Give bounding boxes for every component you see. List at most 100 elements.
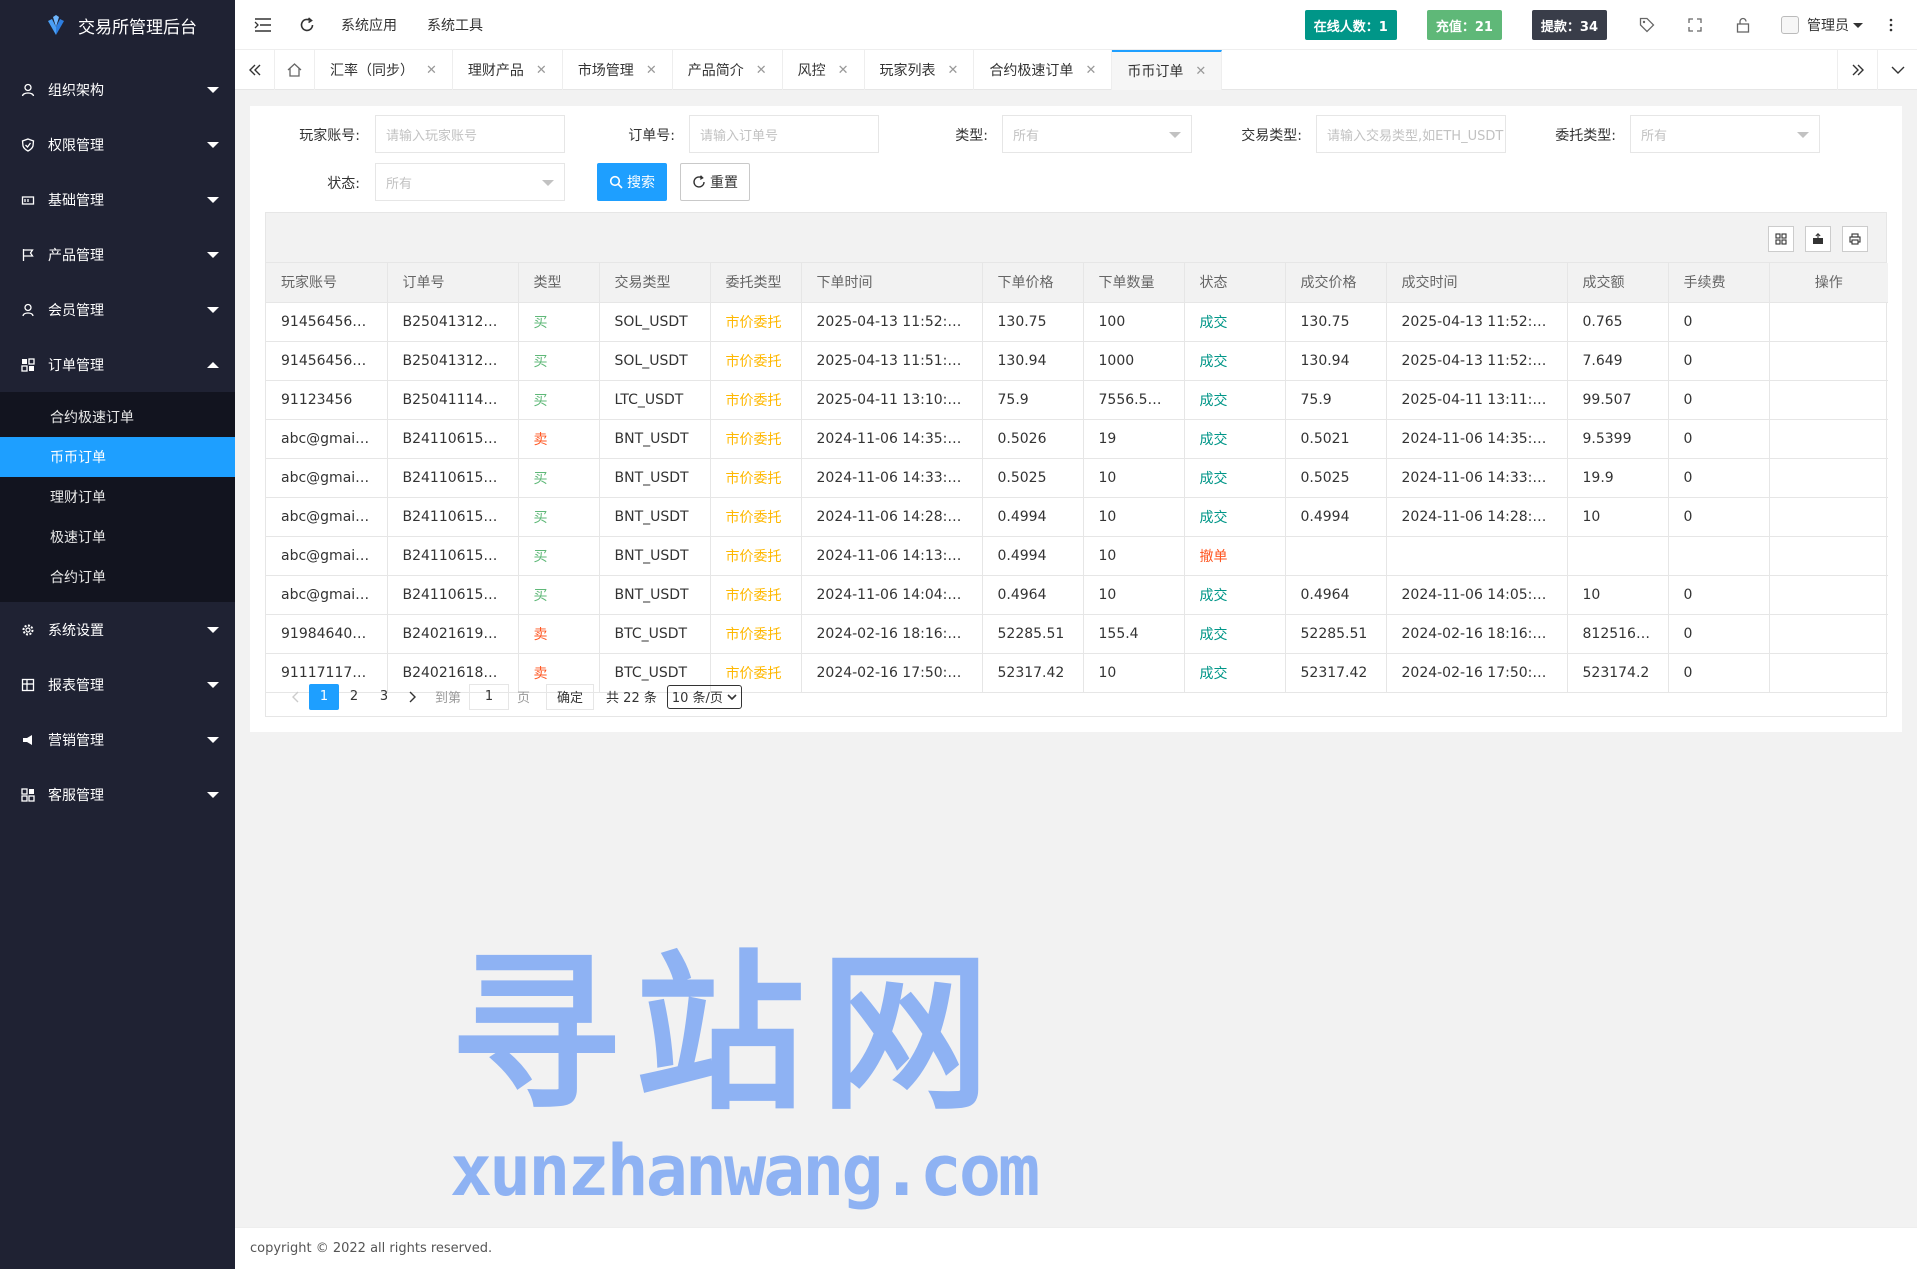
export-icon[interactable]	[1805, 226, 1831, 252]
order-number-input[interactable]: 请输入订单号	[689, 115, 879, 153]
user-menu[interactable]: 管理员	[1781, 15, 1863, 35]
tab-finance-product[interactable]: 理财产品 ✕	[453, 50, 563, 90]
column-header[interactable]: 手续费	[1668, 263, 1770, 303]
sidebar-item-settings[interactable]: 系统设置	[0, 602, 235, 657]
status-select[interactable]: 所有	[375, 163, 565, 201]
page-button[interactable]: 2	[339, 684, 369, 710]
column-header[interactable]: 委托类型	[710, 263, 802, 303]
withdraw-badge[interactable]: 提款：34	[1531, 10, 1607, 40]
column-header[interactable]: 操作	[1769, 263, 1888, 303]
close-icon[interactable]: ✕	[1085, 63, 1096, 78]
sidebar-item-org[interactable]: 组织架构	[0, 62, 235, 117]
tab-coin-order[interactable]: 币币订单 ✕	[1112, 50, 1223, 90]
page-button[interactable]: 3	[369, 684, 399, 710]
total-count: 共 22 条	[606, 691, 657, 706]
lock-icon[interactable]	[1733, 15, 1753, 35]
page-button[interactable]: 1	[309, 683, 339, 710]
column-header[interactable]: 玩家账号	[266, 263, 388, 303]
close-icon[interactable]: ✕	[756, 63, 767, 78]
column-header[interactable]: 成交价格	[1285, 263, 1387, 303]
table-row[interactable]: abc@gmail.... B241106151... 买 BNT_USDT 市价委托 2…	[266, 536, 1888, 576]
sidebar-item-member[interactable]: 会员管理	[0, 282, 235, 337]
column-header[interactable]: 成交额	[1567, 263, 1669, 303]
table-row[interactable]: 919846405... B240216191... 卖 BTC_USDT 市价委托 20…	[266, 614, 1888, 654]
submenu-item-finance-order[interactable]: 理财订单	[0, 477, 235, 517]
per-page-select[interactable]: 10 条/页	[666, 684, 742, 709]
table-cell: 919846405...	[266, 614, 388, 654]
header-link-system-apps[interactable]: 系统应用	[341, 15, 397, 35]
close-icon[interactable]: ✕	[646, 63, 657, 78]
columns-filter-icon[interactable]	[1768, 226, 1794, 252]
fullscreen-icon[interactable]	[1685, 15, 1705, 35]
online-count-badge[interactable]: 在线人数：1	[1304, 10, 1397, 40]
sidebar-item-report[interactable]: 报表管理	[0, 657, 235, 712]
close-icon[interactable]: ✕	[536, 63, 547, 78]
sidebar-item-service[interactable]: 客服管理	[0, 767, 235, 822]
print-icon[interactable]	[1842, 226, 1868, 252]
submenu-item-contract-order[interactable]: 合约订单	[0, 557, 235, 597]
tab-scroll-right-icon[interactable]	[1837, 50, 1877, 90]
search-button[interactable]: 搜索	[597, 163, 667, 201]
table-row[interactable]: abc@gmail.... B241106150... 买 BNT_USDT 市价委托 2…	[266, 575, 1888, 615]
tab-contract-fast-order[interactable]: 合约极速订单 ✕	[974, 50, 1113, 90]
goto-page-input[interactable]: 1	[469, 683, 510, 710]
home-icon[interactable]	[275, 50, 315, 90]
column-header[interactable]: 状态	[1184, 263, 1286, 303]
submenu-item-coin-order[interactable]: 币币订单	[0, 437, 235, 477]
sidebar-item-basic[interactable]: 基础管理	[0, 172, 235, 227]
column-header[interactable]: 订单号	[387, 263, 519, 303]
trade-type-input[interactable]: 请输入交易类型,如ETH_USDT	[1316, 115, 1506, 153]
table-cell: 2024-11-06 14:33:20....	[1386, 458, 1568, 498]
select-value: 所有	[386, 176, 413, 192]
sidebar-item-marketing[interactable]: 营销管理	[0, 712, 235, 767]
sidebar-item-product[interactable]: 产品管理	[0, 227, 235, 282]
prev-page-icon[interactable]	[281, 684, 309, 710]
close-icon[interactable]: ✕	[948, 63, 959, 78]
tab-risk-control[interactable]: 风控 ✕	[783, 50, 865, 90]
type-label: 类型:	[955, 128, 988, 144]
tab-menu-chevron-down-icon[interactable]	[1877, 50, 1917, 90]
header-link-system-tools[interactable]: 系统工具	[427, 15, 483, 35]
table-row[interactable]: abc@gmail.... B241106153... 卖 BNT_USDT 市价委托 2…	[266, 419, 1888, 459]
recharge-badge[interactable]: 充值：21	[1426, 10, 1502, 40]
goto-label: 到第	[435, 691, 462, 706]
sidebar-item-permission[interactable]: 权限管理	[0, 117, 235, 172]
column-header[interactable]: 成交时间	[1386, 263, 1568, 303]
column-header[interactable]: 类型	[518, 263, 600, 303]
player-account-input[interactable]: 请输入玩家账号	[375, 115, 565, 153]
close-icon[interactable]: ✕	[426, 63, 437, 78]
table-row[interactable]: abc@gmail.... B241106153... 买 BNT_USDT 市价委托 2…	[266, 458, 1888, 498]
table-row[interactable]: 91456456456 B250413125... 买 SOL_USDT 市价委托 202…	[266, 302, 1888, 342]
tab-product-intro[interactable]: 产品简介 ✕	[673, 50, 783, 90]
chevron-down-icon	[207, 736, 219, 743]
tab-player-list[interactable]: 玩家列表 ✕	[865, 50, 975, 90]
submenu-item-fast-order[interactable]: 极速订单	[0, 517, 235, 557]
tab-scroll-left-icon[interactable]	[235, 50, 275, 90]
column-header[interactable]: 交易类型	[599, 263, 711, 303]
entrust-type-select[interactable]: 所有	[1630, 115, 1820, 153]
trade-type-label: 交易类型:	[1241, 128, 1302, 144]
tag-icon[interactable]	[1637, 15, 1657, 35]
close-icon[interactable]: ✕	[838, 63, 849, 78]
column-header[interactable]: 下单价格	[982, 263, 1084, 303]
avatar	[1781, 16, 1799, 34]
tab-market-management[interactable]: 市场管理 ✕	[563, 50, 673, 90]
goto-confirm-button[interactable]: 确定	[546, 683, 595, 710]
table-row[interactable]: abc@gmail.... B241106152... 买 BNT_USDT 市价委托 2…	[266, 497, 1888, 537]
column-header[interactable]: 下单数量	[1083, 263, 1185, 303]
refresh-icon[interactable]	[297, 15, 317, 35]
next-page-icon[interactable]	[399, 684, 427, 710]
close-icon[interactable]: ✕	[1195, 64, 1206, 79]
table-row[interactable]: 91123456 B2504111410... 买 LTC_USDT 市价委托 2025-…	[266, 380, 1888, 420]
table-cell: 2024-11-06 14:35:50....	[1386, 419, 1568, 459]
reset-button[interactable]: 重置	[680, 163, 750, 201]
submenu-item-contract-fast[interactable]: 合约极速订单	[0, 397, 235, 437]
sidebar-item-order[interactable]: 订单管理	[0, 337, 235, 392]
more-vertical-icon[interactable]	[1881, 15, 1901, 35]
column-header[interactable]: 下单时间	[801, 263, 983, 303]
tab-exchange-rate[interactable]: 汇率（同步） ✕	[315, 50, 453, 90]
table-row[interactable]: 91456456456 B250413125... 买 SOL_USDT 市价委托 202…	[266, 341, 1888, 381]
type-select[interactable]: 所有	[1002, 115, 1192, 153]
table-cell: 10	[1567, 497, 1669, 537]
menu-toggle-icon[interactable]	[253, 15, 273, 35]
